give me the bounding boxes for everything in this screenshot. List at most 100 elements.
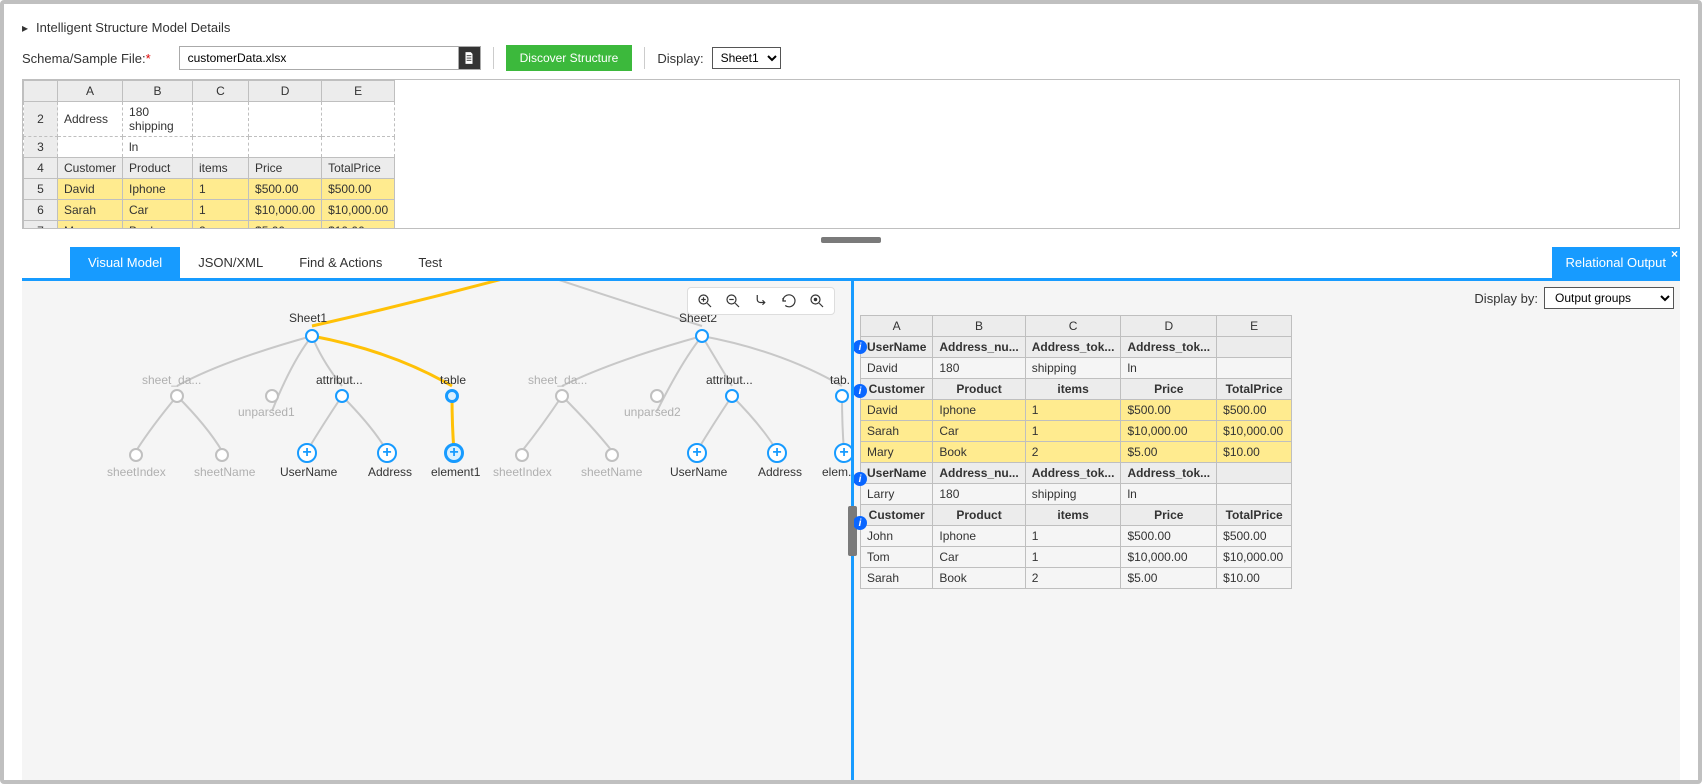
reset-zoom-icon[interactable] [808, 292, 826, 310]
output-header-cell [1217, 463, 1292, 484]
preview-cell[interactable]: $5.00 [249, 221, 322, 230]
node-sheetda1[interactable] [170, 389, 184, 403]
zoom-out-icon[interactable] [724, 292, 742, 310]
node-username1[interactable] [297, 443, 317, 463]
node-sheet2[interactable] [695, 329, 709, 343]
preview-cell[interactable]: $500.00 [322, 179, 395, 200]
close-icon[interactable]: × [1671, 247, 1678, 261]
zoom-in-icon[interactable] [696, 292, 714, 310]
preview-cell[interactable] [58, 137, 123, 158]
preview-cell[interactable] [322, 102, 395, 137]
output-grid[interactable]: ABCDEUserNameAddress_nu...Address_tok...… [860, 315, 1292, 589]
preview-cell[interactable] [193, 102, 249, 137]
col-header[interactable]: A [861, 316, 933, 337]
layout-icon[interactable] [752, 292, 770, 310]
node-sheet1[interactable] [305, 329, 319, 343]
node-unparsed1[interactable] [265, 389, 279, 403]
preview-cell[interactable]: Address [58, 102, 123, 137]
output-cell: 180 [933, 358, 1025, 379]
preview-cell[interactable]: 180 shipping [123, 102, 193, 137]
col-header[interactable]: B [933, 316, 1025, 337]
preview-cell[interactable]: ln [123, 137, 193, 158]
node-username2[interactable] [687, 443, 707, 463]
node-attribut1[interactable] [335, 389, 349, 403]
tab-find-actions[interactable]: Find & Actions [281, 247, 400, 278]
horizontal-splitter[interactable] [22, 237, 1680, 243]
col-header[interactable]: A [58, 81, 123, 102]
row-header[interactable]: 5 [24, 179, 58, 200]
preview-cell[interactable]: Sarah [58, 200, 123, 221]
display-sheet-select[interactable]: Sheet1 [712, 47, 781, 69]
vertical-splitter[interactable] [851, 281, 854, 780]
node-sheetname1[interactable] [215, 448, 229, 462]
tab-relational-output[interactable]: Relational Output × [1552, 247, 1680, 278]
node-address1[interactable] [377, 443, 397, 463]
node-address2[interactable] [767, 443, 787, 463]
tab-visual-model[interactable]: Visual Model [70, 247, 180, 278]
preview-cell[interactable]: Car [123, 200, 193, 221]
undo-icon[interactable] [780, 292, 798, 310]
row-header[interactable]: 7 [24, 221, 58, 230]
node-elem2[interactable] [834, 443, 851, 463]
node-sheetname2[interactable] [605, 448, 619, 462]
preview-cell[interactable]: $10,000.00 [322, 200, 395, 221]
output-cell: $5.00 [1121, 568, 1217, 589]
preview-cell[interactable]: Price [249, 158, 322, 179]
tab-relational-output-label: Relational Output [1566, 255, 1666, 270]
node-sheetda2[interactable] [555, 389, 569, 403]
col-header[interactable]: D [249, 81, 322, 102]
node-element1[interactable] [444, 443, 464, 463]
tab-json-xml[interactable]: JSON/XML [180, 247, 281, 278]
preview-cell[interactable]: items [193, 158, 249, 179]
discover-structure-button[interactable]: Discover Structure [506, 45, 633, 71]
output-cell: $10,000.00 [1217, 421, 1292, 442]
preview-cell[interactable]: 1 [193, 179, 249, 200]
node-table2[interactable] [835, 389, 849, 403]
file-browse-button[interactable] [459, 46, 481, 70]
preview-cell[interactable]: Customer [58, 158, 123, 179]
row-header[interactable]: 6 [24, 200, 58, 221]
node-unparsed2[interactable] [650, 389, 664, 403]
preview-cell[interactable] [249, 137, 322, 158]
row-header[interactable]: 3 [24, 137, 58, 158]
node-label-attribut2: attribut... [706, 373, 753, 387]
col-header[interactable]: C [1025, 316, 1121, 337]
output-cell: Larry [861, 484, 933, 505]
preview-cell[interactable]: $500.00 [249, 179, 322, 200]
node-attribut2[interactable] [725, 389, 739, 403]
display-by-select[interactable]: Output groups [1544, 287, 1674, 309]
col-header[interactable]: C [193, 81, 249, 102]
preview-grid[interactable]: ABCDE2Address180 shipping3ln4CustomerPro… [23, 80, 395, 229]
col-header[interactable]: B [123, 81, 193, 102]
node-label-sheetda2: sheet_da... [528, 373, 587, 387]
preview-cell[interactable]: TotalPrice [322, 158, 395, 179]
output-cell: $500.00 [1121, 526, 1217, 547]
node-table1[interactable] [445, 389, 459, 403]
file-input[interactable] [179, 46, 459, 70]
preview-cell[interactable]: Iphone [123, 179, 193, 200]
preview-cell[interactable]: 2 [193, 221, 249, 230]
node-sheetindex2[interactable] [515, 448, 529, 462]
col-header[interactable]: D [1121, 316, 1217, 337]
preview-cell[interactable] [322, 137, 395, 158]
preview-cell[interactable]: Product [123, 158, 193, 179]
output-cell: David [861, 400, 933, 421]
node-sheetindex1[interactable] [129, 448, 143, 462]
col-header[interactable]: E [322, 81, 395, 102]
output-header-cell: Address_nu... [933, 463, 1025, 484]
preview-cell[interactable] [249, 102, 322, 137]
preview-cell[interactable] [193, 137, 249, 158]
preview-cell[interactable]: $10,000.00 [249, 200, 322, 221]
preview-cell[interactable]: $10.00 [322, 221, 395, 230]
preview-cell[interactable]: Mary [58, 221, 123, 230]
output-cell: David [861, 358, 933, 379]
row-header[interactable]: 4 [24, 158, 58, 179]
preview-cell[interactable]: David [58, 179, 123, 200]
row-header[interactable]: 2 [24, 102, 58, 137]
col-header[interactable]: E [1217, 316, 1292, 337]
tab-test[interactable]: Test [400, 247, 460, 278]
preview-cell[interactable]: 1 [193, 200, 249, 221]
preview-cell[interactable]: Book [123, 221, 193, 230]
model-graph[interactable]: Sheet1 sheet_da... unparsed1 attribut...… [22, 281, 851, 780]
section-header[interactable]: ▸ Intelligent Structure Model Details [22, 20, 1680, 35]
